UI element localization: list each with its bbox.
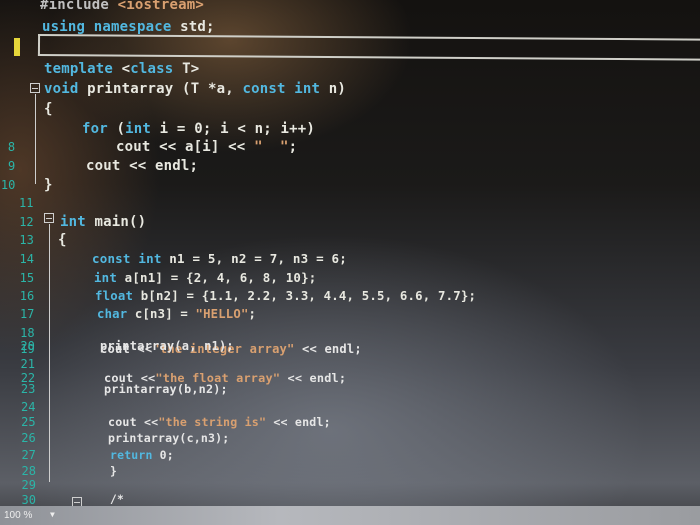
code-line[interactable]: }	[110, 462, 117, 480]
code-line[interactable]: {	[58, 231, 67, 249]
code-line[interactable]: void printarray (T *a, const int n)	[44, 80, 346, 98]
status-bar: 100 % ▼	[0, 506, 700, 525]
fold-guide	[49, 224, 50, 482]
code-line[interactable]: printarray(c,n3);	[108, 429, 229, 447]
line-number: 20	[20, 339, 35, 353]
fold-guide	[35, 94, 36, 184]
code-line[interactable]: const int n1 = 5, n2 = 7, n3 = 6;	[92, 250, 347, 268]
code-line[interactable]: template <class T>	[44, 60, 199, 78]
code-line[interactable]: return 0;	[110, 446, 174, 464]
code-line[interactable]: }	[44, 176, 53, 194]
line-number: 15	[19, 271, 35, 285]
line-number: 12	[19, 215, 34, 229]
code-line[interactable]: int a[n1] = {2, 4, 6, 8, 10};	[94, 269, 316, 287]
line-number: 16	[19, 289, 35, 303]
line-number: 14	[19, 252, 34, 266]
line-number: 17	[19, 307, 35, 321]
chevron-down-icon[interactable]: ▼	[50, 510, 55, 519]
code-line[interactable]: cout << a[i] << " ";	[116, 138, 297, 156]
code-line[interactable]: using namespace std;	[42, 18, 215, 36]
code-line[interactable]: #include <iostream>	[40, 0, 204, 14]
collapse-main-icon[interactable]	[44, 213, 54, 223]
code-line[interactable]: char c[n3] = "HELLO";	[97, 305, 256, 323]
line-number: 9	[7, 159, 16, 173]
line-number: 8	[7, 140, 16, 154]
line-number: 11	[19, 196, 34, 210]
line-number: 13	[19, 233, 34, 247]
code-line[interactable]: printarray(a, n1);	[100, 337, 234, 355]
zoom-level[interactable]: 100 %	[4, 510, 32, 521]
line-number: 23	[20, 382, 36, 396]
code-line[interactable]: cout << endl;	[86, 157, 198, 175]
code-line[interactable]: for (int i = 0; i < n; i++)	[82, 120, 315, 138]
line-number: 26	[21, 431, 36, 445]
current-line-marker	[14, 38, 20, 56]
collapse-printarray-icon[interactable]	[30, 83, 40, 93]
code-line[interactable]: float b[n2] = {1.1, 2.2, 3.3, 4.4, 5.5, …	[95, 287, 476, 305]
code-line[interactable]: printarray(b,n2);	[104, 380, 228, 398]
code-line[interactable]: int main()	[60, 213, 146, 231]
code-line[interactable]: {	[44, 100, 53, 118]
line-number: 10	[0, 178, 16, 192]
